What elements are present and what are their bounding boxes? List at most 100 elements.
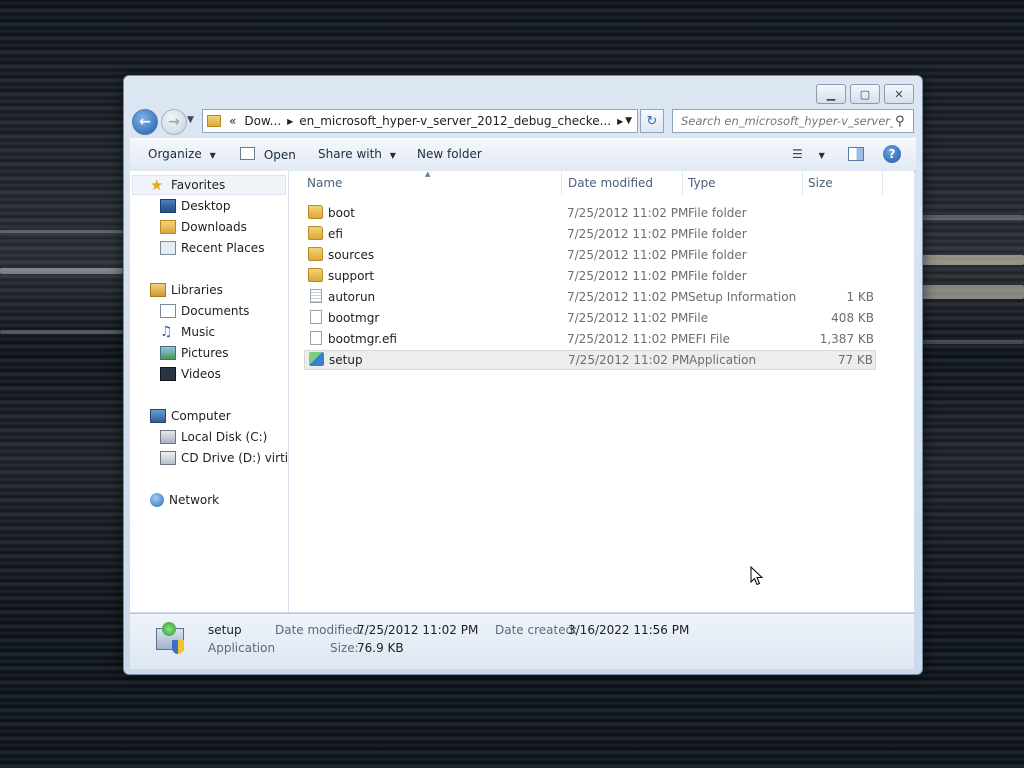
recent-pages-dropdown[interactable]: ▼ [187,115,194,125]
star-icon: ★ [150,176,164,194]
forward-button[interactable]: → [161,109,187,135]
nav-label: Local Disk (C:) [181,430,268,444]
breadcrumb-current-folder[interactable]: en_microsoft_hyper-v_server_2012_debug_c… [299,114,611,128]
file-type: File folder [688,269,747,283]
column-separator[interactable] [882,171,883,195]
open-button[interactable]: Open [240,147,296,162]
setup-info-icon [310,289,322,303]
address-overflow-chevron[interactable]: « [229,114,236,128]
minimize-button[interactable]: ▁ [816,84,846,104]
file-date: 7/25/2012 11:02 PM [567,269,689,283]
change-view-button[interactable]: ☰ ▼ [792,147,825,161]
search-input[interactable] [679,113,895,129]
preview-pane-button[interactable] [848,147,864,164]
computer-icon [150,409,166,423]
help-button[interactable]: ? [883,145,901,163]
share-with-menu[interactable]: Share with ▼ [318,147,396,161]
nav-item-cd-drive[interactable]: CD Drive (D:) virtio-w [160,448,289,468]
nav-item-network[interactable]: Network [150,490,219,510]
file-row[interactable]: support 7/25/2012 11:02 PM File folder [304,266,876,286]
nav-item-libraries[interactable]: Libraries [150,280,223,300]
new-folder-button[interactable]: New folder [417,147,482,161]
column-separator[interactable] [682,171,683,195]
file-type: File folder [688,248,747,262]
refresh-icon: ↻ [646,113,658,129]
nav-label: Documents [181,304,250,318]
file-date: 7/25/2012 11:02 PM [568,353,690,367]
file-date: 7/25/2012 11:02 PM [567,290,689,304]
setup-app-large-icon-part [162,622,176,636]
file-size: 1 KB [846,290,874,304]
nav-item-pictures[interactable]: Pictures [160,343,229,363]
nav-item-recent-places[interactable]: Recent Places [160,238,264,258]
address-dropdown-icon[interactable]: ▼ [625,116,632,126]
address-bar[interactable]: « Dow... ▶ en_microsoft_hyper-v_server_2… [202,109,638,133]
nav-item-computer[interactable]: Computer [150,406,231,426]
file-row[interactable]: bootmgr 7/25/2012 11:02 PM File 408 KB [304,308,876,328]
downloads-icon [160,220,176,234]
column-header-type[interactable]: Type [688,171,798,195]
refresh-button[interactable]: ↻ [640,109,664,133]
background-streak [0,268,123,274]
file-row[interactable]: autorun 7/25/2012 11:02 PM Setup Informa… [304,287,876,307]
search-icon[interactable]: ⚲ [895,114,905,129]
nav-item-local-disk[interactable]: Local Disk (C:) [160,427,267,447]
explorer-window: ▁ ▢ ✕ ← → ▼ « Dow... ▶ en_microsoft_hype… [123,75,923,675]
background-streak [921,255,1024,265]
nav-item-favorites[interactable]: ★ Favorites [150,175,225,195]
file-row[interactable]: sources 7/25/2012 11:02 PM File folder [304,245,876,265]
column-label: Date modified [568,176,654,190]
file-type: File folder [688,227,747,241]
file-row[interactable]: efi 7/25/2012 11:02 PM File folder [304,224,876,244]
details-date-created: 3/16/2022 11:56 PM [568,623,690,637]
file-list[interactable]: ▲ Name Date modified Type Size boot 7/25… [289,171,914,612]
breadcrumb-arrow-icon[interactable]: ▶ [287,117,293,126]
details-file-name: setup [208,623,242,637]
content-area: ★ Favorites Desktop Downloads Recent Pla… [130,171,914,612]
column-header-name[interactable]: Name [307,171,557,195]
details-date-created-label: Date created: [495,623,578,637]
maximize-button[interactable]: ▢ [850,84,880,104]
nav-item-documents[interactable]: Documents [160,301,249,321]
file-date: 7/25/2012 11:02 PM [567,248,689,262]
nav-label: Recent Places [181,241,265,255]
network-icon [150,493,164,507]
file-row[interactable]: boot 7/25/2012 11:02 PM File folder [304,203,876,223]
column-separator[interactable] [561,171,562,195]
back-button[interactable]: ← [132,109,158,135]
organize-menu[interactable]: Organize ▼ [148,147,216,161]
file-name: efi [328,227,343,241]
column-separator[interactable] [802,171,803,195]
chevron-down-icon: ▼ [187,115,194,125]
background-streak [921,340,1024,344]
nav-label: Computer [171,409,231,423]
title-bar[interactable]: ▁ ▢ ✕ [124,76,922,106]
nav-item-downloads[interactable]: Downloads [160,217,247,237]
file-date: 7/25/2012 11:02 PM [567,332,689,346]
column-header-date-modified[interactable]: Date modified [568,171,678,195]
column-label: Size [808,176,833,190]
close-button[interactable]: ✕ [884,84,914,104]
documents-icon [160,304,176,318]
preview-pane-icon [848,147,864,161]
nav-item-music[interactable]: ♫ Music [160,322,215,342]
file-row-selected[interactable]: setup 7/25/2012 11:02 PM Application 77 … [304,350,876,370]
file-date: 7/25/2012 11:02 PM [567,227,689,241]
breadcrumb-downloads[interactable]: Dow... [244,114,281,128]
shield-icon [172,640,184,654]
nav-label: CD Drive (D:) virtio-w [181,451,289,465]
details-size-label: Size: [330,641,359,655]
navigation-pane[interactable]: ★ Favorites Desktop Downloads Recent Pla… [130,171,289,612]
file-row[interactable]: bootmgr.efi 7/25/2012 11:02 PM EFI File … [304,329,876,349]
details-date-modified: 7/25/2012 11:02 PM [357,623,479,637]
search-box[interactable]: ⚲ [672,109,914,133]
nav-item-desktop[interactable]: Desktop [160,196,231,216]
recent-places-icon [160,241,176,255]
column-header-size[interactable]: Size [808,171,878,195]
open-label: Open [263,148,296,162]
nav-item-videos[interactable]: Videos [160,364,221,384]
breadcrumb-arrow-icon[interactable]: ▶ [617,117,623,126]
folder-icon [207,115,221,127]
desktop-icon [160,199,176,213]
minimize-icon: ▁ [826,87,836,101]
